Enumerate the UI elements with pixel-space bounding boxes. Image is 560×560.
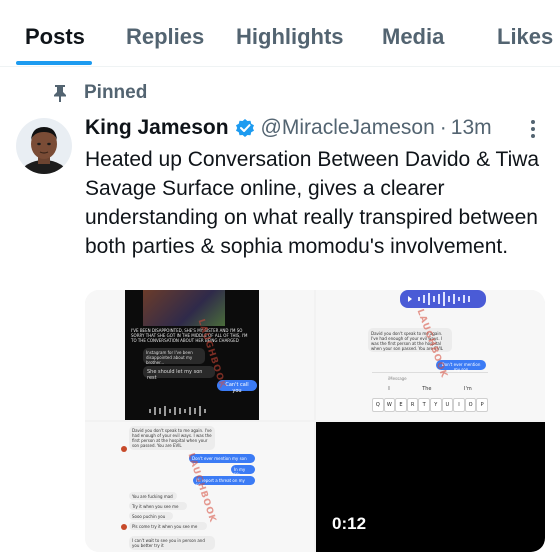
author-handle[interactable]: @MiracleJameson [261,116,435,140]
meta-separator: · [439,116,447,139]
chat-message: Sooo puchin you [129,512,173,520]
tab-posts[interactable]: Posts [25,24,85,50]
media-image-3[interactable]: David you don't speak to me again. I've … [85,422,314,552]
keyboard-key: Y [429,398,442,412]
audio-wave-icon [149,406,206,416]
tab-likes[interactable]: Likes [497,24,553,50]
imessage-compose: iMessage [372,372,488,386]
chat-message: Instagram for I've been disappointed abo… [143,348,205,365]
keyboard-key: I [453,398,465,412]
tab-highlights[interactable]: Highlights [236,24,344,50]
keyboard-key: Q [372,398,384,412]
chat-message: Try it when you see me [129,502,187,510]
chat-message: I can't wait to see you in person and yo… [129,536,215,550]
contact-avatar [121,524,127,530]
media-video[interactable]: 0:12 [316,422,545,552]
chat-message: Don't ever mention my son [189,454,255,463]
profile-tabs: Posts Replies Highlights Media Likes [0,0,560,67]
keyboard-key: T [418,398,430,412]
chat-message: Pls come try it when you see me [129,522,207,530]
chat-message: She should let my son rest [143,366,215,381]
contact-avatar [121,446,127,452]
keyboard-key: R [406,398,419,412]
chat-message: In my life [231,465,255,477]
tab-replies[interactable]: Replies [126,24,204,50]
tweet-text: Heated up Conversation Between Davido & … [85,148,540,258]
media-image-2[interactable]: David you don't speak to me again. I've … [316,290,545,420]
keyboard-key: U [441,398,454,412]
keyboard-key: E [395,398,407,412]
tab-media[interactable]: Media [382,24,444,50]
more-options-icon[interactable] [522,118,544,140]
media-grid: I'VE BEEN DISAPPOINTED, SHE'S MY SISTER … [85,290,545,552]
post-time[interactable]: 13m [451,116,492,140]
voice-note-bar [400,290,486,308]
suggestion: I [388,386,390,392]
chat-message: David you don't speak to me again. I've … [129,426,215,450]
active-tab-indicator [16,61,92,65]
keyboard-key: W [383,398,396,412]
keyboard-key: O [464,398,477,412]
suggestion: The [422,386,432,392]
video-duration: 0:12 [332,514,367,533]
author-name[interactable]: King Jameson [85,116,229,140]
avatar[interactable] [16,118,72,174]
chat-message: You are fucking mad [129,492,177,500]
suggestion: I'm [464,386,472,392]
keyboard-row: Q W E R T Y U I O P [372,398,488,412]
keyboard-key: P [476,398,488,412]
chat-photo [143,290,225,326]
media-image-1[interactable]: I'VE BEEN DISAPPOINTED, SHE'S MY SISTER … [85,290,314,420]
chat-caption: I'VE BEEN DISAPPOINTED, SHE'S MY SISTER … [131,328,248,343]
chat-message: David you don't speak to me again. I've … [368,328,452,352]
pinned-indicator: Pinned [50,81,147,105]
pinned-label: Pinned [84,82,148,103]
keyboard-suggestions: I The I'm [372,386,488,396]
chat-screenshot-dark: I'VE BEEN DISAPPOINTED, SHE'S MY SISTER … [125,290,259,420]
verified-badge-icon [235,118,255,138]
pin-icon [50,83,70,103]
tweet-header: King Jameson @MiracleJameson · 13m [85,113,492,143]
compose-placeholder: iMessage [388,376,407,381]
